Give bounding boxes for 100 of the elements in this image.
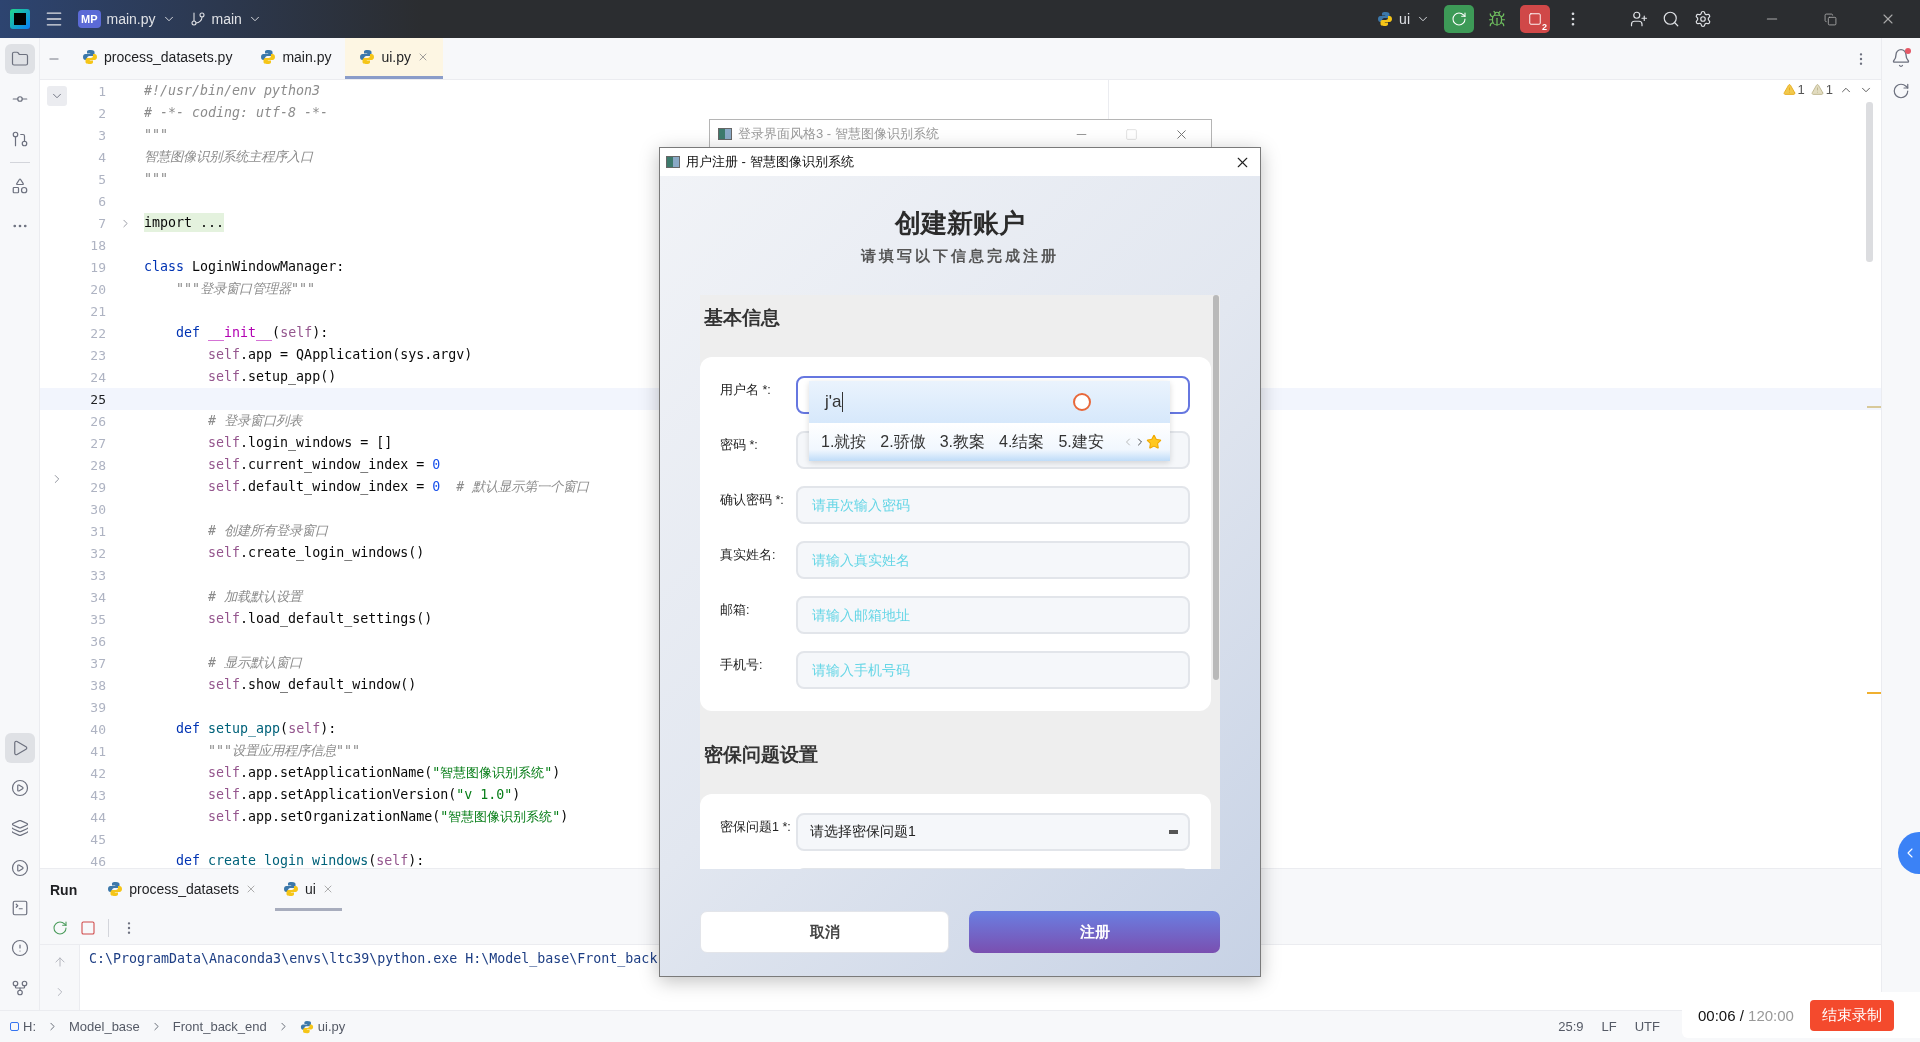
line-number: 32 [89,545,106,561]
dropdown-icon [1169,830,1178,834]
warning-icon [1810,83,1824,96]
input-field[interactable]: 请输入邮箱地址 [796,596,1190,634]
code-line: self.current_window_index = 0 [207,456,441,475]
run-tool-button[interactable] [4,733,35,763]
dialog-heading: 创建新账户 [895,207,1025,240]
line-number: 7 [97,215,106,231]
run-configuration[interactable]: ui [1399,11,1410,27]
dialog-subtitle: 请填写以下信息完成注册 [861,247,1059,266]
line-number: 40 [89,721,106,737]
breadcrumb[interactable]: Front_back_end [172,1019,267,1034]
ime-candidate[interactable]: 2.骄傲 [880,431,926,453]
ime-candidate[interactable]: 1.就按 [821,431,867,453]
debug-icon[interactable] [1488,10,1506,28]
settings-icon[interactable] [1694,10,1712,28]
line-number: 23 [89,347,106,363]
python-icon [107,880,124,897]
field-label: 密码 *: [720,437,759,454]
line-number: 30 [89,501,106,517]
code-line: self.app.setApplicationName("智慧图像识别系统") [207,764,561,782]
editor-tab[interactable]: process_datasets.py [68,38,247,79]
project-name[interactable]: main.py [106,11,156,27]
python-icon [299,1019,314,1034]
ime-composition: j'a [825,392,844,412]
layers-icon[interactable] [10,819,29,837]
line-number: 41 [89,743,106,759]
input-field[interactable]: 请输入真实姓名 [796,541,1190,579]
rerun-icon[interactable] [52,919,68,936]
line-ending[interactable]: LF [1601,1019,1617,1034]
code-line: self.setup_app() [207,368,337,387]
input-field[interactable]: 请再次输入密码 [796,486,1190,524]
select-field[interactable]: 请选择密保问题1 [796,813,1190,851]
notifications-icon[interactable] [1891,48,1911,68]
structure-icon[interactable] [10,177,29,195]
line-number: 2 [97,105,106,121]
line-number: 29 [89,479,106,495]
warning-icon [1782,83,1796,96]
code-line: 智慧图像识别系统主程序入口 [144,148,313,166]
window-title: 登录界面风格3 - 智慧图像识别系统 [738,125,940,143]
folder-icon[interactable] [10,50,29,68]
file-encoding[interactable]: UTF [1634,1019,1660,1034]
project-tool-button[interactable] [4,44,35,74]
line-number: 39 [89,699,106,715]
code-line: self.login_windows = [] [207,434,393,453]
code-line: # -*- coding: utf-8 -*- [144,104,329,122]
code-line: self.app.setApplicationVersion("v 1.0") [207,786,521,804]
breadcrumb[interactable]: ui.py [299,1019,346,1034]
editor-tab[interactable]: ui.py [345,38,443,79]
scrollbar[interactable] [1212,295,1219,680]
line-number: 33 [89,567,106,583]
run-tab[interactable]: process_datasets [99,869,265,911]
search-icon[interactable] [1662,10,1680,28]
code-line: # 创建所有登录窗口 [207,522,329,540]
app-logo[interactable] [10,9,30,29]
ime-candidate[interactable]: 3.教案 [939,431,986,453]
line-number: 37 [89,655,106,671]
pull-request-icon[interactable] [10,130,29,148]
ime-candidate[interactable]: 5.建安 [1058,431,1104,453]
register-button[interactable]: 注册 [969,911,1220,953]
branch-icon[interactable] [189,11,206,27]
stop-icon[interactable] [80,919,96,936]
rerun-button[interactable] [1444,5,1474,33]
stop-button[interactable]: 2 [1520,5,1550,33]
services-icon[interactable] [10,859,29,877]
user-add-icon[interactable] [1630,10,1648,28]
console-output: C:\ProgramData\Anaconda3\envs\ltc39\python.exe H:\Model_base\Front_back [88,950,658,969]
cursor-position[interactable]: 25:9 [1558,1019,1584,1034]
project-badge: MP [78,10,101,28]
stop-recording-button[interactable]: 结束录制 [1809,999,1894,1031]
branch-name[interactable]: main [211,11,242,27]
restore-icon[interactable] [1823,12,1837,26]
warning-count[interactable]: 1 [1782,82,1805,97]
git-icon[interactable] [10,979,29,997]
code-line: self.app.setOrganizationName("智慧图像识别系统") [207,808,569,826]
line-number: 1 [97,83,106,99]
line-number: 28 [89,457,106,473]
line-number: 27 [89,435,106,451]
terminal-icon[interactable] [10,899,29,917]
run-tab[interactable]: ui [274,869,342,911]
weak-warning-count[interactable]: 1 [1810,82,1833,97]
code-line: """ [144,170,169,188]
code-line: """ [144,126,169,144]
app-icon [718,128,732,140]
line-number: 19 [89,259,106,275]
scrollbar[interactable] [1866,102,1873,262]
line-number: 22 [89,325,106,341]
python-icon [260,49,277,65]
ime-candidate[interactable]: 4.结案 [999,431,1045,453]
line-number: 42 [89,765,106,781]
breadcrumb[interactable]: H: [10,1019,36,1034]
line-number: 25 [89,391,106,407]
line-number: 4 [97,149,106,165]
code-line: self.create_login_windows() [207,544,425,563]
editor-tab[interactable]: main.py [246,38,346,79]
problems-icon[interactable] [10,939,29,957]
input-field[interactable]: 请输入手机号码 [796,651,1190,689]
cancel-button[interactable]: 取消 [700,911,949,953]
section-title: 基本信息 [703,306,781,330]
breadcrumb[interactable]: Model_base [69,1019,140,1034]
